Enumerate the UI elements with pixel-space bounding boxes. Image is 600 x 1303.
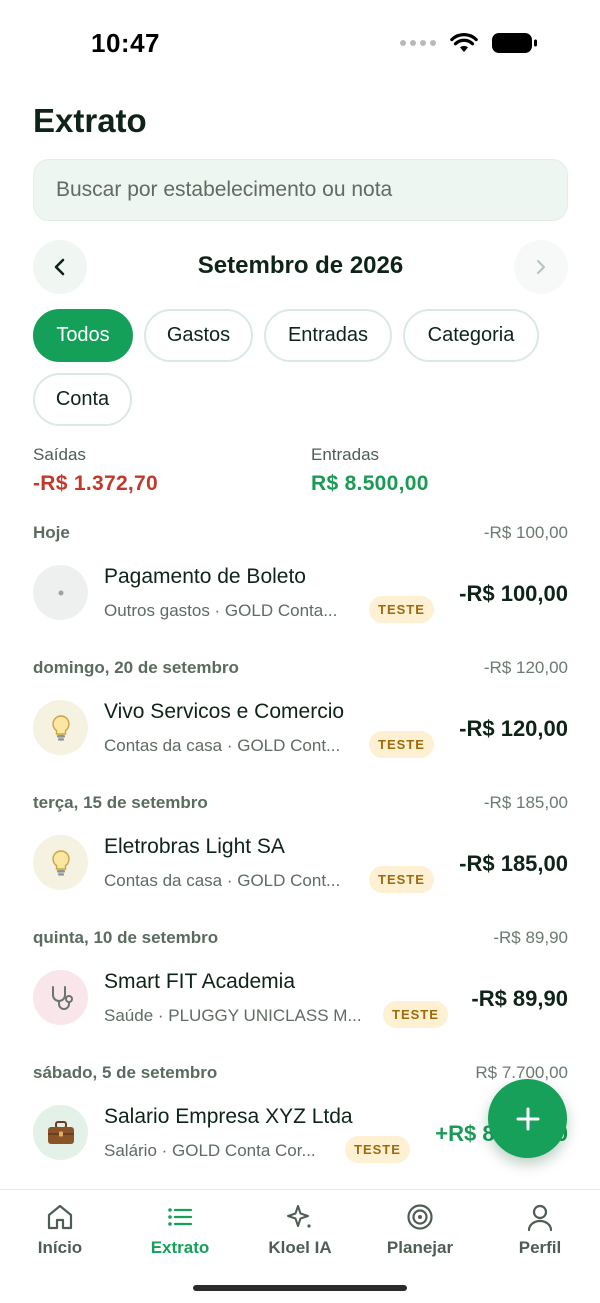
day-header: Hoje -R$ 100,00 [33, 523, 568, 545]
day-header: quinta, 10 de setembro -R$ 89,90 [33, 928, 568, 950]
wifi-icon [450, 33, 478, 52]
day-total: -R$ 100,00 [483, 523, 568, 542]
inflow-label: Entradas [311, 445, 380, 464]
lightbulb-icon [33, 835, 88, 890]
transaction-amount: -R$ 120,00 [459, 716, 568, 741]
inflow-summary: Entradas R$ 8.500,00 [311, 445, 429, 496]
transaction-name: Pagamento de Boleto [104, 565, 306, 588]
tab-label: Início [37, 1238, 83, 1257]
tab-label: Perfil [518, 1238, 562, 1257]
tab-extrato[interactable]: Extrato [125, 1202, 235, 1262]
transaction-row[interactable]: Eletrobras Light SA Contas da casa · GOL… [33, 835, 568, 895]
transaction-row[interactable]: Vivo Servicos e Comercio Contas da casa … [33, 700, 568, 760]
status-icons [400, 32, 538, 54]
filter-chip-todos[interactable]: Todos [33, 309, 133, 362]
sparkle-icon [287, 1205, 311, 1228]
home-indicator [193, 1285, 407, 1291]
transaction-meta: Saúde · PLUGGY UNICLASS M... [104, 1006, 362, 1025]
day-header: terça, 15 de setembro -R$ 185,00 [33, 793, 568, 815]
tab-label: Planejar [386, 1238, 454, 1257]
transaction-meta: Contas da casa · GOLD Cont... [104, 736, 341, 755]
tab-inicio[interactable]: Início [5, 1202, 115, 1262]
dot-icon [33, 565, 88, 620]
tab-label: Kloel IA [268, 1238, 332, 1257]
outflow-value: -R$ 1.372,70 [33, 472, 159, 495]
filter-chip-categoria[interactable]: Categoria [403, 309, 539, 362]
user-icon [527, 1204, 553, 1232]
test-badge: TESTE [345, 1136, 410, 1163]
status-time: 10:47 [91, 28, 160, 58]
transaction-amount: -R$ 100,00 [459, 581, 568, 606]
tab-planejar[interactable]: Planejar [365, 1202, 475, 1262]
page-title: Extrato [33, 102, 147, 139]
stethoscope-icon [33, 970, 88, 1025]
home-icon [47, 1204, 73, 1230]
test-badge: TESTE [369, 731, 434, 758]
day-label: quinta, 10 de setembro [33, 928, 219, 947]
test-badge: TESTE [369, 596, 434, 623]
day-header: domingo, 20 de setembro -R$ 120,00 [33, 658, 568, 680]
next-month-button[interactable] [514, 240, 568, 294]
tab-label: Extrato [150, 1238, 210, 1257]
plus-icon [516, 1107, 539, 1130]
transaction-name: Eletrobras Light SA [104, 835, 285, 858]
transaction-name: Smart FIT Academia [104, 970, 296, 993]
day-label: Hoje [33, 523, 70, 542]
filter-chip-gastos[interactable]: Gastos [144, 309, 253, 362]
period-totals: Saídas -R$ 1.372,70 Entradas R$ 8.500,00 [33, 445, 568, 500]
lightbulb-icon [33, 700, 88, 755]
day-label: sábado, 5 de setembro [33, 1063, 218, 1082]
month-label: Setembro de 2026 [197, 252, 404, 279]
battery-icon [492, 33, 537, 53]
tab-kloel-ia[interactable]: Kloel IA [245, 1202, 355, 1262]
search-input[interactable] [34, 160, 567, 220]
day-header: sábado, 5 de setembro R$ 7.700,00 [33, 1063, 568, 1085]
chevron-right-icon [537, 260, 545, 274]
transaction-row[interactable]: Pagamento de Boleto Outros gastos · GOLD… [33, 565, 568, 625]
test-badge: TESTE [383, 1001, 448, 1028]
outflow-label: Saídas [33, 445, 86, 464]
list-icon [168, 1208, 193, 1226]
day-label: terça, 15 de setembro [33, 793, 208, 812]
transaction-meta: Contas da casa · GOLD Cont... [104, 871, 341, 890]
transaction-row[interactable]: Smart FIT Academia Saúde · PLUGGY UNICLA… [33, 970, 568, 1030]
filter-chip-conta[interactable]: Conta [33, 373, 132, 426]
transaction-meta: Salário · GOLD Conta Cor... [104, 1141, 316, 1160]
status-bar: 10:47 [0, 0, 600, 90]
day-label: domingo, 20 de setembro [33, 658, 239, 677]
briefcase-icon [33, 1105, 88, 1160]
transaction-meta: Outros gastos · GOLD Conta... [104, 601, 338, 620]
day-total: -R$ 120,00 [483, 658, 568, 677]
add-transaction-button[interactable] [488, 1079, 567, 1158]
filter-chip-entradas[interactable]: Entradas [264, 309, 392, 362]
transaction-name: Vivo Servicos e Comercio [104, 700, 345, 723]
day-total: -R$ 89,90 [493, 928, 568, 947]
transaction-amount: -R$ 185,00 [459, 851, 568, 876]
outflow-summary: Saídas -R$ 1.372,70 [33, 445, 158, 496]
search-field[interactable] [33, 159, 568, 221]
transaction-amount: -R$ 89,90 [471, 986, 568, 1011]
test-badge: TESTE [369, 866, 434, 893]
target-icon [407, 1204, 433, 1230]
inflow-value: R$ 8.500,00 [311, 472, 429, 495]
transaction-name: Salario Empresa XYZ Ltda [104, 1105, 353, 1128]
day-total: -R$ 185,00 [483, 793, 568, 812]
month-navigator: Setembro de 2026 [33, 240, 568, 294]
tab-perfil[interactable]: Perfil [485, 1202, 595, 1262]
signal-icon [400, 40, 436, 46]
